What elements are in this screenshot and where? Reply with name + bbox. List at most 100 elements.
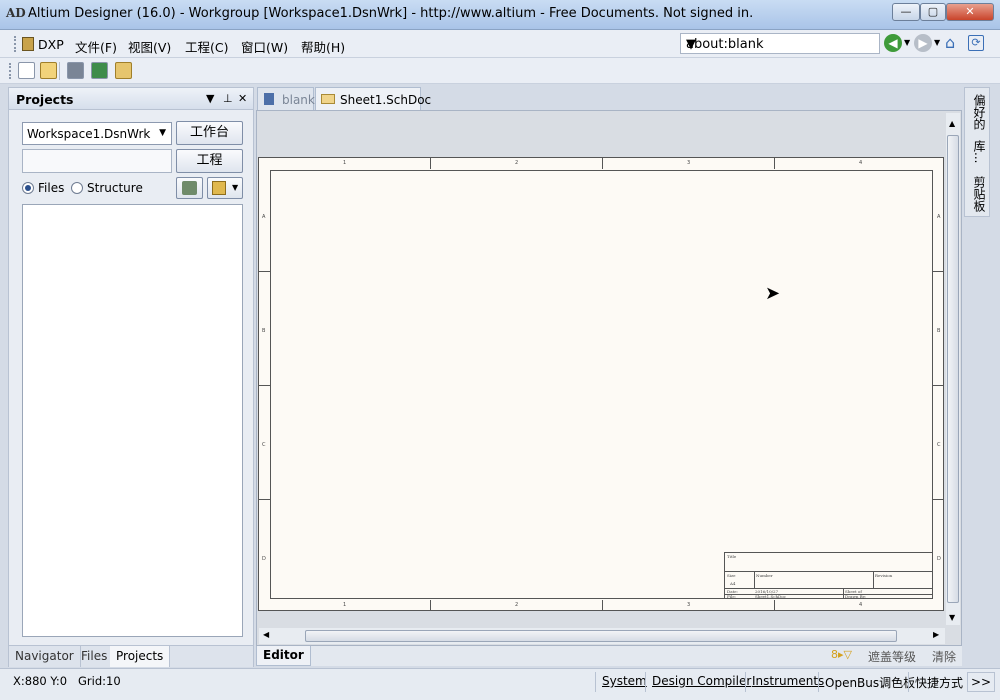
new-document-icon[interactable] xyxy=(18,62,35,79)
menu-window[interactable]: 窗口(W) xyxy=(241,37,288,56)
zone-marker: 2 xyxy=(430,600,602,611)
open-folder-icon[interactable] xyxy=(40,62,57,79)
toolbar xyxy=(0,58,1000,84)
chevron-down-icon: ▼ xyxy=(159,128,166,138)
scroll-left-icon[interactable]: ◀ xyxy=(263,630,269,639)
mask-level-button[interactable]: 遮盖等级 xyxy=(868,648,916,665)
workbench-button[interactable]: 工作台 xyxy=(176,121,243,145)
doc-tab-blank[interactable]: blank xyxy=(257,87,315,111)
toolbar-separator xyxy=(59,62,60,80)
title-bar: AD Altium Designer (16.0) - Workgroup [W… xyxy=(0,0,1000,30)
panel-title: Projects xyxy=(16,92,74,107)
board-icon[interactable] xyxy=(91,62,108,79)
scroll-down-icon[interactable]: ▼ xyxy=(949,613,955,622)
close-button[interactable]: ✕ xyxy=(946,3,994,21)
menu-help[interactable]: 帮助(H) xyxy=(301,37,345,56)
doc-tab-label: Sheet1.SchDoc xyxy=(340,93,432,107)
doc-tab-label: blank xyxy=(282,93,315,107)
structure-radio[interactable] xyxy=(71,182,83,194)
zone-marker: 2 xyxy=(430,158,602,169)
tab-files[interactable]: Files xyxy=(75,646,115,667)
editor-strip: Editor 8▸▽ 遮盖等级 清除 xyxy=(256,646,962,666)
tab-navigator[interactable]: Navigator xyxy=(9,646,81,667)
file-label: File: xyxy=(727,594,737,599)
maximize-button[interactable]: ▢ xyxy=(920,3,946,21)
workspace-select-value: Workspace1.DsnWrk xyxy=(27,127,151,141)
cursor-coordinates: X:880 Y:0 Grid:10 xyxy=(13,674,121,688)
clipboard-tab[interactable]: 剪贴板 xyxy=(971,176,988,212)
close-icon[interactable]: ✕ xyxy=(238,92,247,105)
pin-icon[interactable]: ⊥ xyxy=(223,92,233,105)
menu-project[interactable]: 工程(C) xyxy=(185,37,228,56)
zone-marker: 3 xyxy=(602,600,774,611)
design-compiler-button[interactable]: Design Compiler xyxy=(645,672,757,692)
zone-marker: C xyxy=(259,385,270,499)
chevron-down-icon[interactable]: ▼ xyxy=(904,38,910,47)
chevron-down-icon: ▼ xyxy=(232,183,239,192)
scroll-up-icon[interactable]: ▲ xyxy=(949,119,955,128)
library-icon[interactable] xyxy=(115,62,132,79)
compile-icon xyxy=(182,181,197,195)
openbus-palette-button[interactable]: OpenBus调色板 xyxy=(818,672,921,692)
address-bar[interactable]: about:blank ▼ xyxy=(680,33,880,54)
home-icon[interactable]: ⌂ xyxy=(945,33,955,52)
vertical-scroll-thumb[interactable] xyxy=(947,135,959,603)
zone-marker: 1 xyxy=(343,602,347,608)
divider xyxy=(873,571,874,588)
panel-menu-icon[interactable]: ▼ xyxy=(206,92,214,105)
grip-icon xyxy=(14,36,18,52)
favorites-tab[interactable]: 偏好的 xyxy=(971,94,988,130)
radio-selected-dot xyxy=(25,185,31,191)
grid-size: Grid:10 xyxy=(78,674,121,688)
title-block: Title Size A4 Number Revision Date: 2016… xyxy=(724,552,933,599)
filter-icon[interactable]: 8▸▽ xyxy=(831,648,852,661)
doc-tab-sheet1[interactable]: Sheet1.SchDoc xyxy=(315,87,431,111)
back-arrow-icon[interactable]: ◀ xyxy=(884,34,902,52)
size-label: Size xyxy=(727,573,736,578)
panel-tabs: Navigator Files Projects xyxy=(9,645,253,667)
libraries-tab[interactable]: 库... xyxy=(971,140,988,163)
refresh-icon[interactable]: ⟳ xyxy=(968,35,984,51)
size-value: A4 xyxy=(730,581,736,586)
schematic-editor[interactable]: 1 2 3 4 1 2 3 4 A B C D A B C D Title Si… xyxy=(256,110,962,646)
scroll-right-icon[interactable]: ▶ xyxy=(933,630,939,639)
project-field[interactable] xyxy=(22,149,172,173)
panel-header: Projects ▼ ⊥ ✕ xyxy=(9,88,253,110)
editor-tab[interactable]: Editor xyxy=(256,646,311,666)
vertical-scrollbar[interactable]: ▲ ▼ xyxy=(946,113,960,625)
horizontal-scroll-thumb[interactable] xyxy=(305,630,897,642)
menu-dxp[interactable]: DXP xyxy=(38,37,64,52)
compile-button[interactable] xyxy=(176,177,203,199)
project-tree[interactable] xyxy=(22,204,243,637)
minimize-button[interactable]: — xyxy=(892,3,920,21)
files-radio[interactable] xyxy=(22,182,34,194)
divider xyxy=(754,571,755,588)
schematic-icon xyxy=(321,94,335,104)
zone-marker: 3 xyxy=(602,158,774,169)
status-bar: X:880 Y:0 Grid:10 System Design Compiler… xyxy=(0,668,1000,700)
divider xyxy=(725,571,932,572)
right-dock: 偏好的 库... 剪贴板 xyxy=(964,87,990,217)
zone-marker: 4 xyxy=(774,158,945,169)
clear-button[interactable]: 清除 xyxy=(932,648,956,665)
structure-radio-label: Structure xyxy=(87,181,143,195)
shortcuts-button[interactable]: 快捷方式 xyxy=(908,672,969,692)
chevron-down-icon[interactable]: ▼ xyxy=(686,37,876,52)
more-button[interactable]: >> xyxy=(967,672,996,692)
title-label: Title xyxy=(727,554,737,559)
zone-marker: A xyxy=(937,214,941,220)
horizontal-scrollbar[interactable]: ◀ ▶ xyxy=(259,628,945,644)
component-icon[interactable] xyxy=(67,62,84,79)
menu-file[interactable]: 文件(F) xyxy=(75,37,117,56)
project-button[interactable]: 工程 xyxy=(176,149,243,173)
menu-view[interactable]: 视图(V) xyxy=(128,37,171,56)
forward-arrow-icon[interactable]: ▶ xyxy=(914,34,932,52)
workspace-select[interactable]: Workspace1.DsnWrk ▼ xyxy=(22,122,172,145)
number-label: Number xyxy=(756,573,773,578)
sheet-border xyxy=(270,170,933,599)
project-options-button[interactable]: ▼ xyxy=(207,177,243,199)
schematic-sheet[interactable]: 1 2 3 4 1 2 3 4 A B C D A B C D Title Si… xyxy=(258,157,944,611)
grip-icon xyxy=(9,63,13,79)
chevron-down-icon[interactable]: ▼ xyxy=(934,38,940,47)
tab-projects[interactable]: Projects xyxy=(110,646,171,667)
